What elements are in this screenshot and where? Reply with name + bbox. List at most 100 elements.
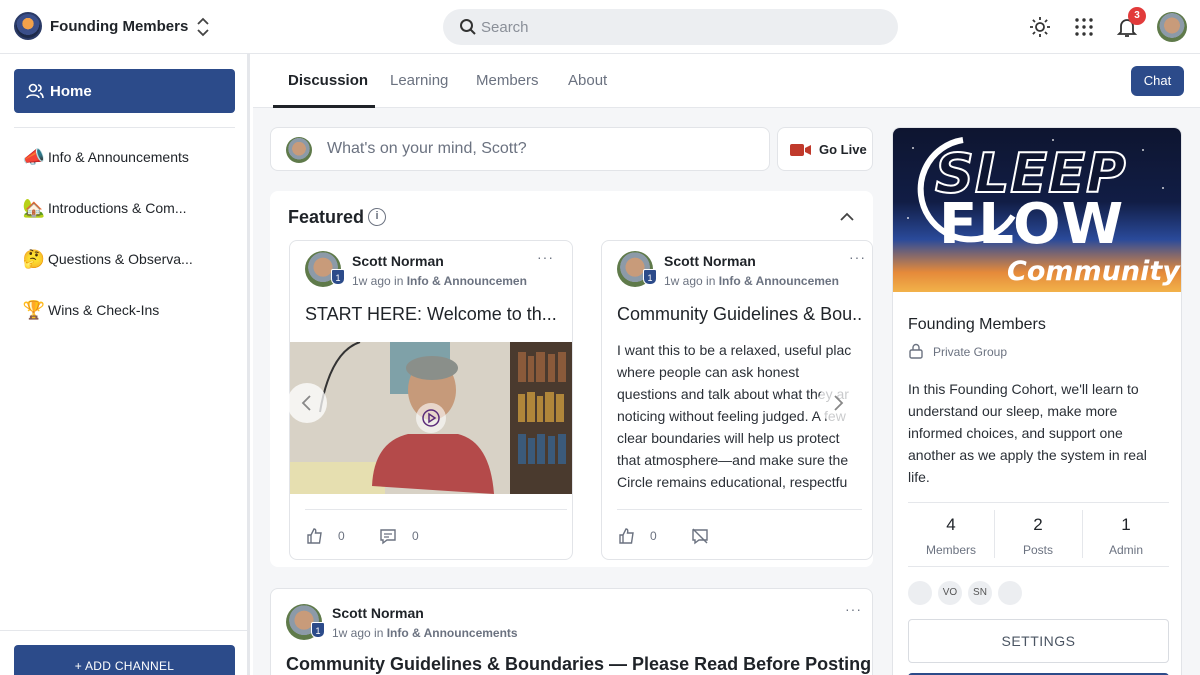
level-badge: 1 — [643, 269, 657, 285]
stat-label: Posts — [1022, 543, 1053, 557]
comment-count: 0 — [412, 529, 419, 543]
post-title[interactable]: Community Guidelines & Bou... — [617, 304, 862, 325]
search-input[interactable] — [481, 9, 881, 45]
post-meta: 1w ago in Info & Announcemen — [664, 274, 844, 288]
post-time: 1w ago in — [664, 274, 716, 288]
author-name[interactable]: Scott Norman — [352, 253, 444, 269]
more-options-icon[interactable]: ··· — [845, 601, 862, 617]
level-badge: 1 — [311, 622, 325, 638]
workspace-name[interactable]: Founding Members — [50, 18, 188, 35]
stat-value: 4 — [946, 515, 956, 534]
stat-value: 1 — [1121, 515, 1131, 534]
stat-posts[interactable]: 2 Posts — [995, 512, 1081, 562]
sidebar-item-introductions[interactable]: 🏡 Introductions & Com... — [22, 194, 235, 222]
play-icon — [422, 409, 440, 427]
stat-label: Admin — [1108, 543, 1143, 557]
like-count: 0 — [338, 529, 345, 543]
post-channel[interactable]: Info & Announcements — [387, 626, 518, 640]
stat-members[interactable]: 4 Members — [908, 512, 994, 562]
sidebar-item-label: Home — [50, 83, 92, 100]
comments-disabled-icon — [692, 528, 708, 545]
carousel-prev-button[interactable] — [287, 383, 327, 423]
tab-bar: Discussion Learning Members About Chat — [253, 54, 1200, 108]
stat-admin[interactable]: 1 Admin — [1083, 512, 1169, 562]
apps-grid-icon[interactable] — [1072, 15, 1096, 39]
workspace-logo[interactable] — [14, 12, 42, 40]
tab-about[interactable]: About — [568, 72, 607, 89]
post-time: 1w ago in — [332, 626, 384, 640]
add-channel-button[interactable]: + ADD CHANNEL — [14, 645, 235, 675]
lock-icon — [909, 343, 923, 359]
chevron-left-icon — [301, 395, 311, 411]
search-icon — [460, 19, 476, 35]
group-about-panel: SLEEP FLOW Community Founding Members Pr… — [883, 108, 1200, 675]
comment-icon[interactable] — [379, 527, 397, 545]
member-avatar[interactable]: VO — [938, 581, 962, 605]
tab-members[interactable]: Members — [476, 72, 539, 89]
play-button[interactable] — [416, 403, 446, 433]
sidebar-item-questions[interactable]: 🤔 Questions & Observa... — [22, 245, 235, 273]
post-title[interactable]: START HERE: Welcome to th... — [305, 304, 567, 325]
top-bar: Founding Members 3 — [0, 0, 1200, 54]
thumbs-up-icon[interactable] — [618, 527, 636, 545]
go-live-label: Go Live — [819, 142, 867, 157]
stats-divider — [908, 566, 1169, 567]
chevron-up-icon[interactable] — [837, 207, 857, 227]
theme-toggle-icon[interactable] — [1028, 15, 1052, 39]
user-avatar[interactable] — [1157, 12, 1187, 42]
carousel-next-button[interactable] — [818, 383, 858, 423]
featured-card[interactable]: 1 Scott Norman 1w ago in Info & Announce… — [289, 240, 573, 560]
stat-value: 2 — [1033, 515, 1043, 534]
chat-button[interactable]: Chat — [1131, 66, 1184, 96]
sidebar: Home 📣 Info & Announcements 🏡 Introducti… — [0, 54, 250, 675]
post-composer[interactable] — [270, 127, 770, 171]
card-divider — [617, 509, 862, 510]
tab-discussion[interactable]: Discussion — [288, 72, 368, 89]
stats-divider — [908, 502, 1169, 503]
post-excerpt-line: I want this to be a relaxed, useful plac — [617, 342, 852, 358]
search-bar[interactable] — [443, 9, 898, 45]
group-card: SLEEP FLOW Community Founding Members Pr… — [892, 127, 1182, 675]
more-options-icon[interactable]: ··· — [849, 249, 866, 265]
tab-learning[interactable]: Learning — [390, 72, 448, 89]
post-card[interactable]: 1 Scott Norman 1w ago in Info & Announce… — [270, 588, 873, 675]
post-excerpt-line: Circle remains educational, respectfu — [617, 474, 848, 490]
sidebar-item-label: Wins & Check-Ins — [48, 302, 160, 318]
level-badge: 1 — [331, 269, 345, 285]
thinking-face-icon: 🤔 — [22, 249, 46, 269]
post-channel[interactable]: Info & Announcemen — [407, 274, 527, 288]
featured-section: Featured i 1 Scott Norman 1w ago in Info… — [270, 191, 873, 567]
sidebar-item-home[interactable]: Home — [14, 69, 235, 113]
author-name[interactable]: Scott Norman — [332, 605, 424, 621]
group-privacy: Private Group — [933, 345, 1008, 359]
video-thumbnail[interactable] — [290, 342, 572, 494]
workspace-switcher-icon[interactable] — [193, 16, 213, 38]
go-live-button[interactable]: Go Live — [777, 127, 873, 171]
notification-badge: 3 — [1128, 7, 1146, 25]
like-count: 0 — [650, 529, 657, 543]
composer-input[interactable] — [327, 128, 757, 170]
author-name[interactable]: Scott Norman — [664, 253, 756, 269]
card-divider — [305, 509, 567, 510]
settings-button[interactable]: SETTINGS — [908, 619, 1169, 663]
thumbs-up-icon[interactable] — [306, 527, 324, 545]
sidebar-item-label: Questions & Observa... — [48, 251, 193, 267]
post-title[interactable]: Community Guidelines & Boundaries — Plea… — [286, 654, 871, 675]
sidebar-item-info-announcements[interactable]: 📣 Info & Announcements — [22, 143, 235, 171]
group-banner: SLEEP FLOW Community — [893, 128, 1181, 292]
video-camera-icon — [790, 144, 811, 156]
member-avatar[interactable] — [998, 581, 1022, 605]
sidebar-bottom-divider — [0, 630, 247, 631]
sidebar-item-label: Info & Announcements — [48, 149, 189, 165]
more-options-icon[interactable]: ··· — [537, 249, 554, 265]
info-icon[interactable]: i — [368, 208, 386, 226]
sidebar-item-label: Introductions & Com... — [48, 200, 187, 216]
post-time: 1w ago in — [352, 274, 404, 288]
member-avatar[interactable]: SN — [968, 581, 992, 605]
post-meta: 1w ago in Info & Announcemen — [352, 274, 532, 288]
member-avatar[interactable] — [908, 581, 932, 605]
sidebar-item-wins[interactable]: 🏆 Wins & Check-Ins — [22, 296, 235, 324]
feed: Go Live Featured i 1 Scott Norman 1w ago… — [253, 108, 883, 675]
post-channel[interactable]: Info & Announcemen — [719, 274, 839, 288]
house-icon: 🏡 — [22, 198, 46, 218]
